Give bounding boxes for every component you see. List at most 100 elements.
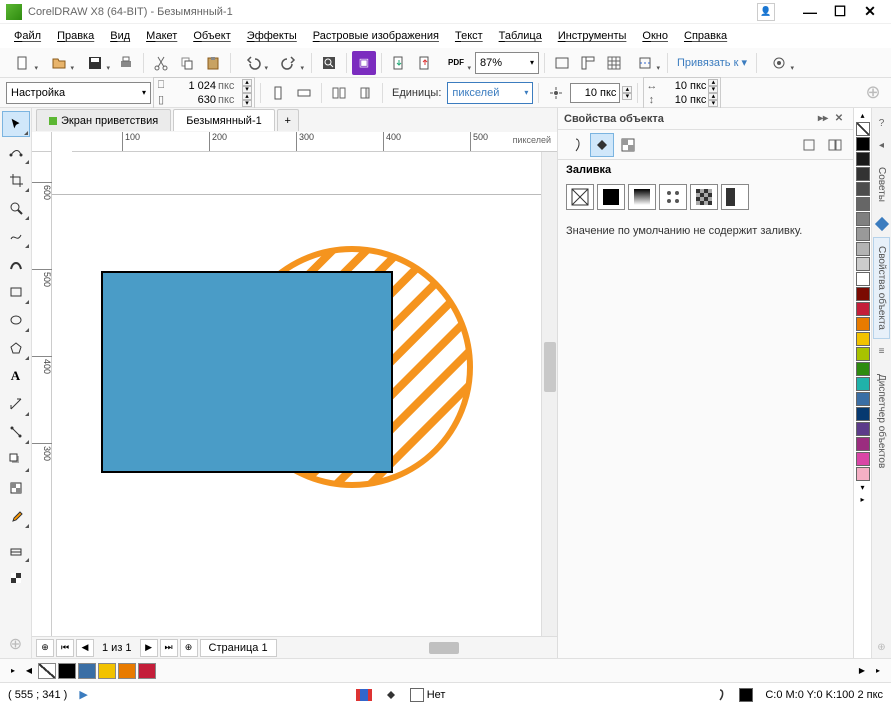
palette-swatch[interactable]	[856, 137, 870, 151]
nudge-distance-input[interactable]: 10 пкс	[570, 83, 620, 103]
interactive-fill-tool[interactable]	[2, 537, 30, 563]
palette-swatch[interactable]	[856, 347, 870, 361]
paste-button[interactable]	[201, 51, 225, 75]
menu-object[interactable]: Объект	[187, 28, 236, 44]
smart-fill-tool[interactable]	[2, 565, 30, 591]
panel-close-button[interactable]: ✕	[831, 111, 847, 127]
doc-palette-prev[interactable]: ◀	[22, 664, 36, 678]
horizontal-ruler[interactable]: 100 200 300 400 500 пикселей	[72, 132, 557, 152]
vector-pattern-button[interactable]	[659, 184, 687, 210]
hints-icon[interactable]: ?	[874, 115, 890, 131]
palette-swatch[interactable]	[856, 317, 870, 331]
import-button[interactable]	[387, 51, 411, 75]
bitmap-pattern-button[interactable]	[690, 184, 718, 210]
menu-layout[interactable]: Макет	[140, 28, 183, 44]
rectangle-tool[interactable]	[2, 279, 30, 305]
fullscreen-button[interactable]	[550, 51, 574, 75]
quick-customize-button[interactable]: ⊕	[2, 631, 30, 657]
palette-up-button[interactable]: ▴	[859, 110, 865, 121]
portrait-button[interactable]	[266, 81, 290, 105]
current-page-button[interactable]	[353, 81, 377, 105]
two-color-pattern-button[interactable]	[721, 184, 749, 210]
next-page-button[interactable]: ▶	[140, 639, 158, 657]
add-page-button[interactable]: ⊕	[36, 639, 54, 657]
palette-swatch[interactable]	[856, 152, 870, 166]
save-button[interactable]	[78, 51, 112, 75]
menu-bitmaps[interactable]: Растровые изображения	[307, 28, 445, 44]
doc-palette-none[interactable]	[38, 663, 56, 679]
palette-swatch[interactable]	[856, 407, 870, 421]
minimize-button[interactable]: —	[795, 2, 825, 22]
text-tool[interactable]: A	[2, 363, 30, 389]
show-rulers-button[interactable]	[576, 51, 600, 75]
ellipse-tool[interactable]	[2, 307, 30, 333]
palette-swatch[interactable]	[856, 422, 870, 436]
parallel-dimension-tool[interactable]	[2, 391, 30, 417]
palette-swatch[interactable]	[856, 197, 870, 211]
publish-pdf-button[interactable]: PDF	[439, 51, 473, 75]
tab-new[interactable]: +	[277, 109, 299, 131]
dup-y-input[interactable]: 10 пкс	[658, 94, 706, 106]
doc-palette-next[interactable]: ▶	[855, 664, 869, 678]
docker-tab-manager[interactable]: Диспетчер объектов	[873, 365, 890, 477]
menu-text[interactable]: Текст	[449, 28, 489, 44]
palette-swatch[interactable]	[856, 377, 870, 391]
options-button[interactable]	[762, 51, 796, 75]
menu-window[interactable]: Окно	[636, 28, 674, 44]
horizontal-scrollbar[interactable]	[429, 642, 459, 654]
undo-button[interactable]	[236, 51, 270, 75]
show-guides-button[interactable]	[628, 51, 662, 75]
maximize-button[interactable]: ☐	[825, 2, 855, 22]
fill-mode-button[interactable]	[590, 133, 614, 157]
palette-swatch[interactable]	[856, 287, 870, 301]
palette-flyout-button[interactable]: ▸	[859, 494, 865, 505]
no-fill-button[interactable]	[566, 184, 594, 210]
freehand-tool[interactable]	[2, 223, 30, 249]
notification-icon[interactable]: 👤	[757, 3, 775, 21]
palette-swatch[interactable]	[856, 182, 870, 196]
first-page-button[interactable]: ⏮	[56, 639, 74, 657]
polygon-tool[interactable]	[2, 335, 30, 361]
fountain-fill-button[interactable]	[628, 184, 656, 210]
palette-swatch[interactable]	[856, 167, 870, 181]
artistic-media-tool[interactable]	[2, 251, 30, 277]
zoom-level-input[interactable]: 87%▾	[475, 52, 539, 74]
palette-swatch[interactable]	[856, 227, 870, 241]
palette-swatch[interactable]	[856, 452, 870, 466]
menu-effects[interactable]: Эффекты	[241, 28, 303, 44]
shape-tool[interactable]	[2, 139, 30, 165]
transparency-tool[interactable]	[2, 475, 30, 501]
palette-swatch[interactable]	[856, 437, 870, 451]
outline-mode-button[interactable]	[564, 133, 588, 157]
menu-tools[interactable]: Инструменты	[552, 28, 633, 44]
eyedropper-tool[interactable]	[2, 503, 30, 529]
panel-view-button-2[interactable]	[823, 133, 847, 157]
page-preset-dropdown[interactable]: Настройка▾	[6, 82, 151, 104]
new-button[interactable]	[6, 51, 40, 75]
palette-no-color[interactable]	[856, 122, 870, 136]
doc-palette-swatch[interactable]	[58, 663, 76, 679]
palette-swatch[interactable]	[856, 362, 870, 376]
add-page-after-button[interactable]: ⊕	[180, 639, 198, 657]
palette-swatch[interactable]	[856, 332, 870, 346]
panel-menu-button[interactable]: ▸▸	[815, 111, 831, 127]
status-next-icon[interactable]: ▶	[79, 688, 87, 701]
export-button[interactable]	[413, 51, 437, 75]
palette-swatch[interactable]	[856, 272, 870, 286]
cut-button[interactable]	[149, 51, 173, 75]
landscape-button[interactable]	[292, 81, 316, 105]
all-pages-button[interactable]	[327, 81, 351, 105]
redo-button[interactable]	[272, 51, 306, 75]
connector-tool[interactable]	[2, 419, 30, 445]
palette-swatch[interactable]	[856, 257, 870, 271]
close-button[interactable]: ✕	[855, 2, 885, 22]
panel-view-button-1[interactable]	[797, 133, 821, 157]
tab-document[interactable]: Безымянный-1	[173, 109, 275, 131]
status-color-proof-icon[interactable]	[356, 689, 372, 701]
last-page-button[interactable]: ⏭	[160, 639, 178, 657]
palette-down-button[interactable]: ▾	[859, 482, 865, 493]
units-dropdown[interactable]: пикселей▾	[447, 82, 533, 104]
snap-to-dropdown[interactable]: Привязать к ▾	[673, 56, 751, 69]
doc-palette-swatch[interactable]	[138, 663, 156, 679]
uniform-fill-button[interactable]	[597, 184, 625, 210]
